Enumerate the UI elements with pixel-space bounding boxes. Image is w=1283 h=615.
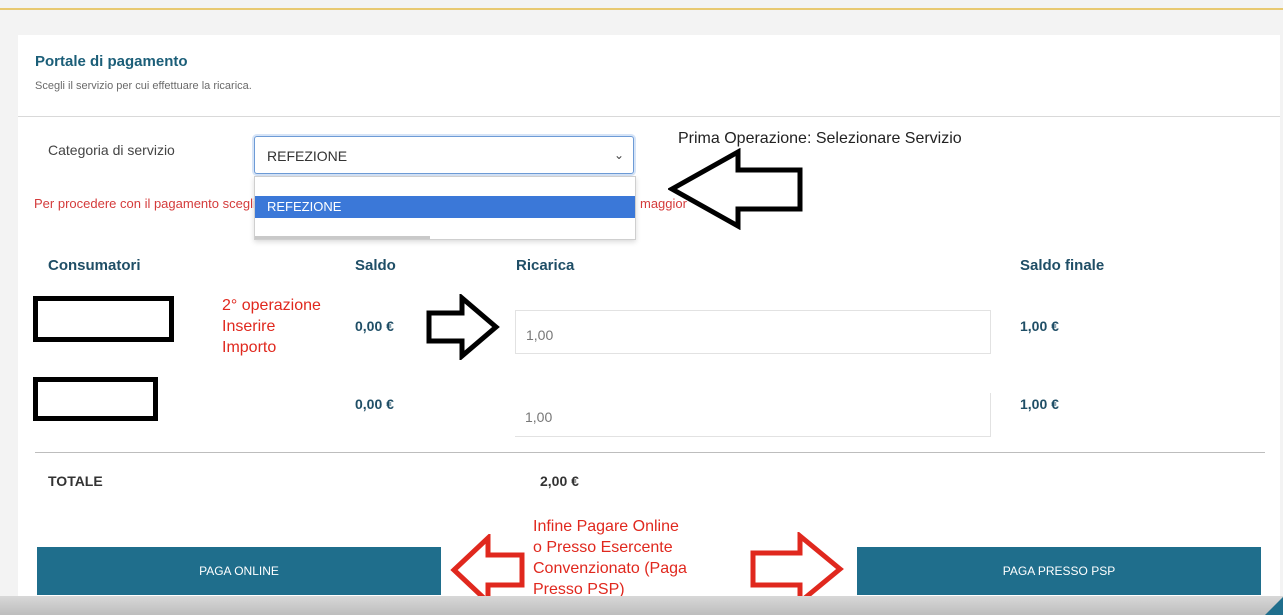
dropdown-scrollbar[interactable]	[255, 236, 430, 239]
topup-input[interactable]: 1,00	[515, 310, 991, 354]
annotation-step3: Infine Pagare Online o Presso Esercente …	[533, 518, 687, 598]
bottom-bar	[0, 596, 1283, 615]
selected-service: REFEZIONE	[267, 148, 348, 164]
pay-at-psp-button[interactable]: PAGA PRESSO PSP	[857, 547, 1261, 595]
total-value: 2,00 €	[540, 473, 579, 489]
arrow-right-icon	[750, 532, 844, 606]
page-subtitle: Scegli il servizio per cui effettuare la…	[35, 80, 252, 92]
redacted-consumer-name	[33, 377, 158, 421]
column-header-topup: Ricarica	[516, 257, 575, 274]
topup-input[interactable]: 1,00	[515, 393, 991, 437]
row-balance: 0,00 €	[355, 318, 394, 334]
dropdown-option-refezione[interactable]: REFEZIONE	[255, 196, 635, 218]
redacted-consumer-name	[33, 296, 174, 342]
row-balance: 0,00 €	[355, 396, 394, 412]
top-accent-line	[0, 8, 1283, 10]
service-category-select[interactable]: REFEZIONE ⌄	[254, 136, 634, 174]
header-divider	[18, 116, 1280, 117]
warning-text: Per procedere con il pagamento scegli	[34, 196, 256, 211]
row-final-balance: 1,00 €	[1020, 318, 1059, 334]
page-title: Portale di pagamento	[35, 53, 188, 70]
pay-online-button[interactable]: PAGA ONLINE	[37, 547, 441, 595]
row-final-balance: 1,00 €	[1020, 396, 1059, 412]
arrow-right-icon	[426, 294, 500, 360]
service-category-label: Categoria di servizio	[48, 142, 175, 158]
column-header-consumers: Consumatori	[48, 257, 141, 274]
total-label: TOTALE	[48, 473, 103, 489]
arrow-left-icon	[668, 148, 803, 230]
annotation-step2: 2° operazione Inserire Importo	[222, 297, 321, 356]
column-header-final-balance: Saldo finale	[1020, 257, 1105, 274]
total-divider	[35, 452, 1265, 453]
resize-corner-icon	[1265, 597, 1283, 615]
service-dropdown[interactable]: REFEZIONE	[254, 176, 636, 240]
column-header-balance: Saldo	[355, 257, 396, 274]
annotation-step1: Prima Operazione: Selezionare Servizio	[678, 130, 962, 147]
chevron-down-icon[interactable]: ⌄	[614, 148, 624, 162]
